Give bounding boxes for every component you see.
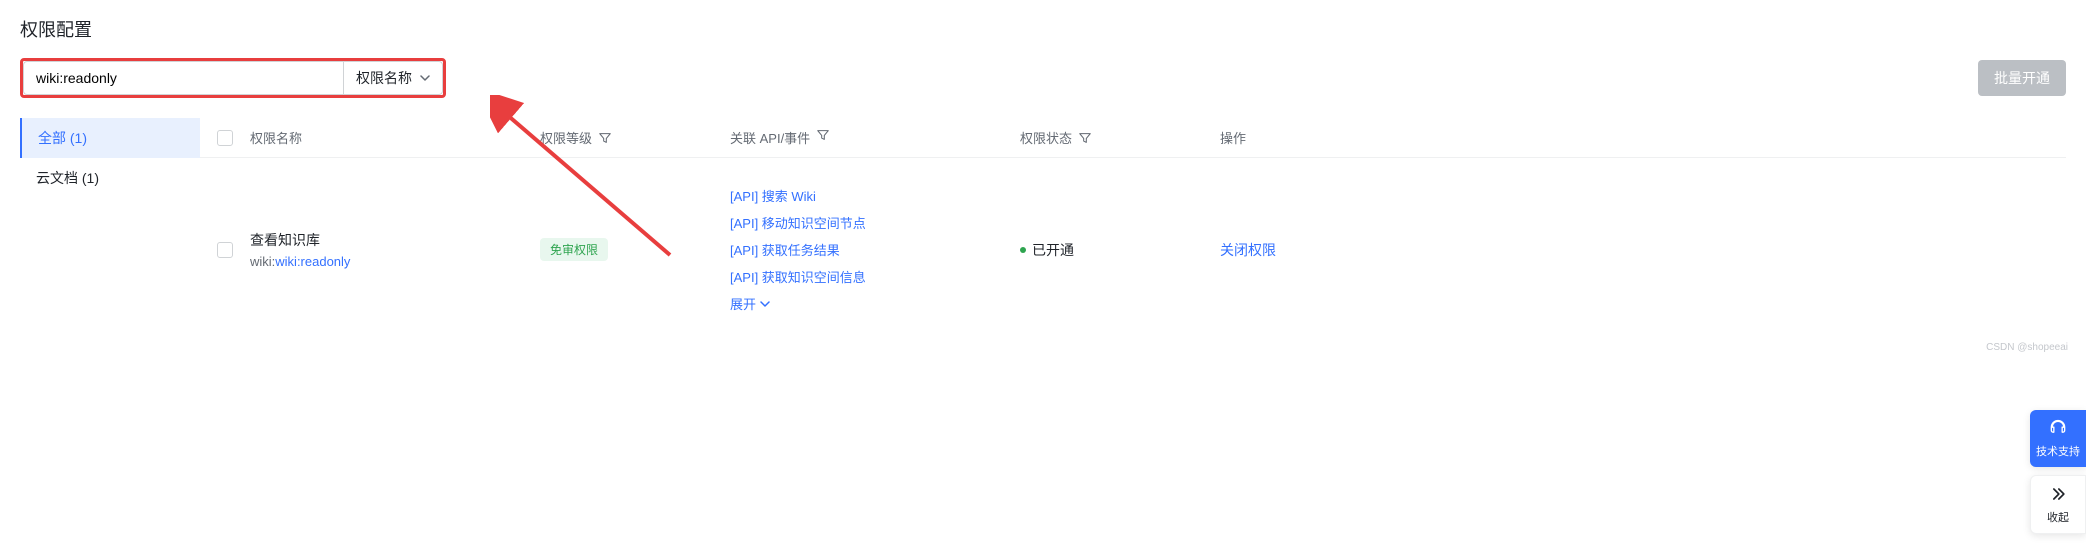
watermark: CSDN @shopeeai [1986, 342, 2068, 353]
row-checkbox[interactable] [217, 242, 233, 258]
api-link[interactable]: [API] 搜索 Wiki [730, 186, 866, 205]
header-level: 权限等级 [540, 128, 592, 147]
api-link[interactable]: [API] 获取任务结果 [730, 240, 866, 259]
sidebar-item-docs[interactable]: 云文档 (1) [20, 158, 200, 198]
header-status: 权限状态 [1020, 128, 1072, 147]
permission-code: wiki:wiki:readonly [250, 254, 524, 269]
search-input[interactable] [23, 61, 343, 95]
filter-icon[interactable] [598, 131, 612, 145]
filter-icon[interactable] [816, 128, 830, 142]
search-type-select[interactable]: 权限名称 [343, 61, 443, 95]
api-link[interactable]: [API] 移动知识空间节点 [730, 213, 866, 232]
search-type-label: 权限名称 [356, 68, 412, 88]
permissions-table: 权限名称 权限等级 关联 API/事件 权限状态 [200, 118, 2066, 341]
chevron-down-icon [760, 299, 770, 309]
tech-support-button[interactable]: 技术支持 [2030, 410, 2086, 467]
level-badge: 免审权限 [540, 238, 608, 261]
collapse-label: 收起 [2047, 509, 2069, 525]
page-title: 权限配置 [20, 16, 2066, 42]
collapse-button[interactable]: 收起 [2030, 475, 2086, 534]
tech-support-label: 技术支持 [2036, 443, 2080, 459]
sidebar: 全部 (1) 云文档 (1) [20, 118, 200, 341]
status-dot-icon [1020, 247, 1026, 253]
expand-button[interactable]: 展开 [730, 294, 866, 313]
header-action: 操作 [1220, 128, 2066, 147]
float-buttons: 技术支持 收起 [2030, 410, 2086, 534]
headset-icon [2048, 418, 2068, 441]
table-header: 权限名称 权限等级 关联 API/事件 权限状态 [200, 118, 2066, 158]
batch-open-button[interactable]: 批量开通 [1978, 60, 2066, 96]
api-link[interactable]: [API] 获取知识空间信息 [730, 267, 866, 286]
chevron-down-icon [420, 73, 430, 83]
sidebar-item-all[interactable]: 全部 (1) [20, 118, 200, 158]
chevrons-right-icon [2048, 484, 2068, 507]
search-group: 权限名称 [20, 58, 446, 98]
header-name: 权限名称 [250, 128, 540, 147]
select-all-checkbox[interactable] [217, 130, 233, 146]
permission-title: 查看知识库 [250, 230, 524, 250]
close-permission-link[interactable]: 关闭权限 [1220, 242, 1276, 258]
table-row: 查看知识库 wiki:wiki:readonly 免审权限 [API] 搜索 W… [200, 158, 2066, 341]
status-text: 已开通 [1032, 240, 1074, 260]
header-api: 关联 API/事件 [730, 128, 810, 147]
filter-icon[interactable] [1078, 131, 1092, 145]
